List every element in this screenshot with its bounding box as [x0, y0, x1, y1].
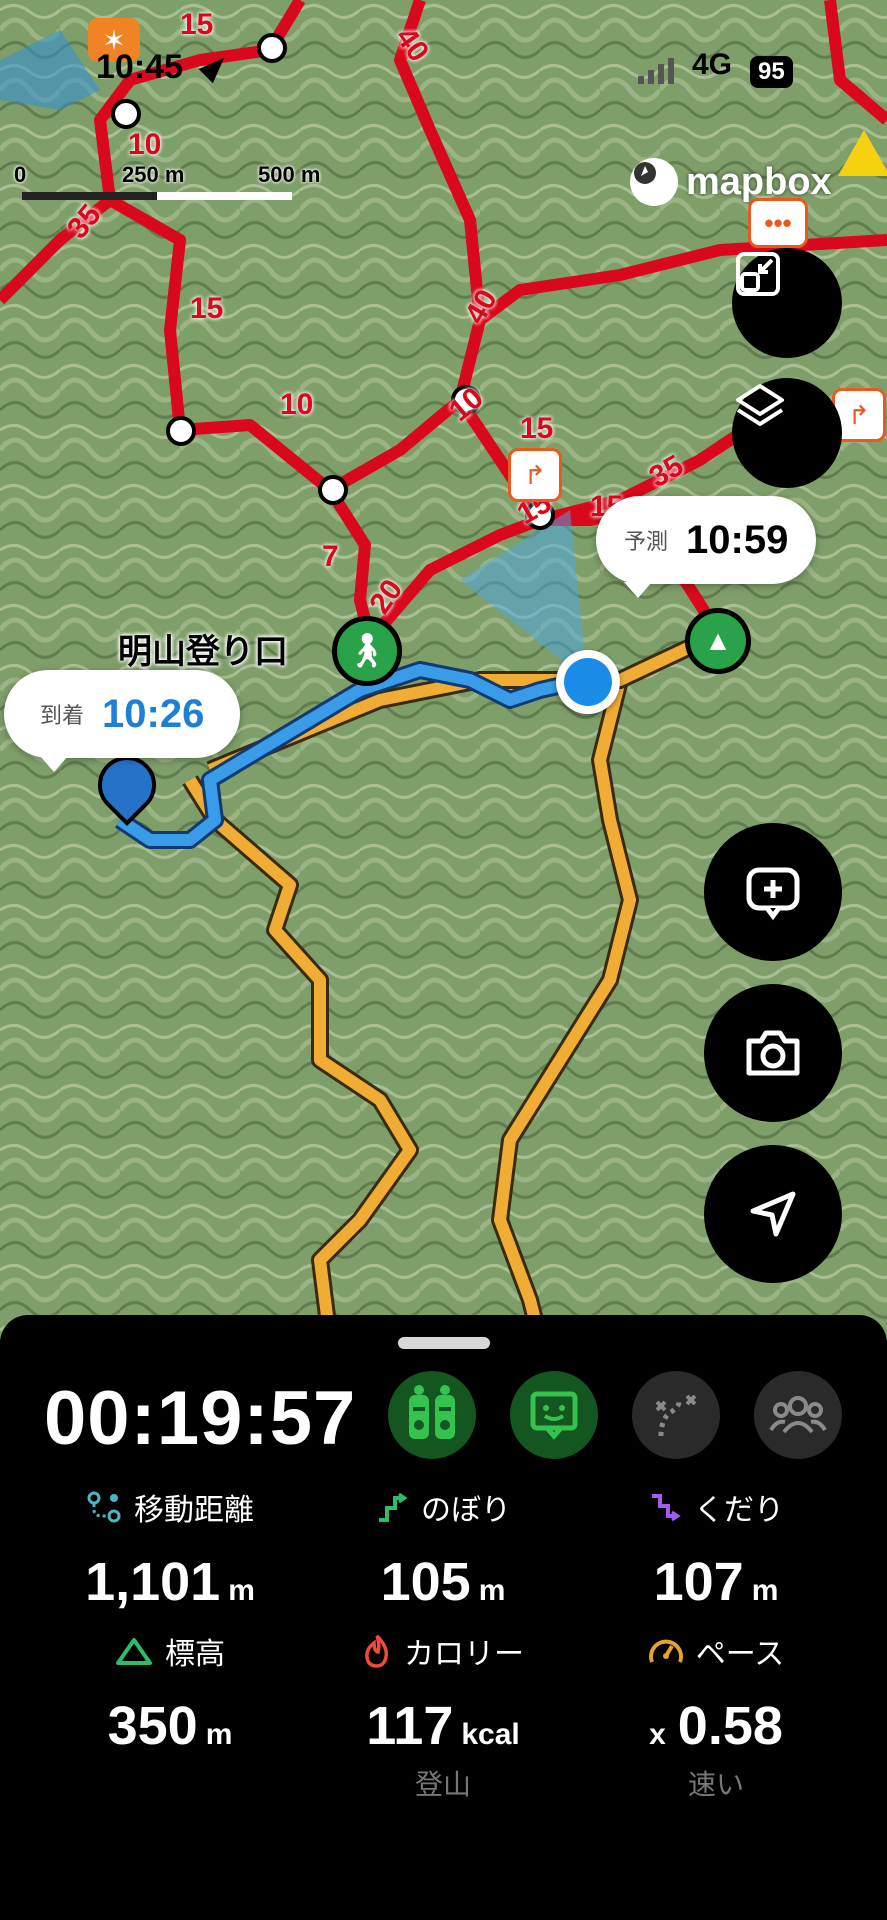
- descent-unit: m: [751, 1574, 779, 1607]
- descent-label: くだり: [694, 1494, 784, 1527]
- fit-route-button[interactable]: [732, 248, 842, 358]
- locate-me-button[interactable]: [704, 1145, 842, 1283]
- map-view[interactable]: 15 40 10 35 15 10 40 10 15 15 7 20 15 35…: [0, 0, 887, 1340]
- flame-icon: [365, 1634, 389, 1668]
- stat-distance: 移動距離 1,101 m: [40, 1485, 300, 1613]
- stat-descent: くだり 107 m: [586, 1485, 846, 1613]
- stat-elevation: 標高 350 m: [40, 1629, 300, 1757]
- camera-icon: [746, 1030, 800, 1076]
- elapsed-timer: 00:19:57: [44, 1376, 357, 1461]
- group-icon: [769, 1396, 827, 1434]
- distance-value: 1,101: [85, 1552, 221, 1612]
- arrival-time-callout[interactable]: 到着 10:26: [4, 670, 241, 772]
- route-icon: [655, 1394, 697, 1437]
- current-location-dot: [556, 650, 620, 714]
- arrival-label: 到着: [40, 703, 85, 728]
- mountain-icon: [116, 1638, 152, 1665]
- mapbox-label: mapbox: [686, 160, 832, 203]
- route-time-label: 10: [280, 388, 314, 421]
- arrival-time: 10:26: [102, 691, 205, 736]
- distance-label: 移動距離: [134, 1494, 254, 1527]
- ascent-label: のぼり: [421, 1494, 511, 1527]
- status-time: 10:45: [96, 48, 183, 86]
- forecast-time-callout[interactable]: 予測 10:59: [596, 496, 817, 598]
- pace-prefix: x: [649, 1718, 666, 1751]
- add-comment-button[interactable]: [704, 823, 842, 961]
- speedometer-icon: [648, 1639, 683, 1663]
- stat-ascent: のぼり 105 m: [313, 1485, 573, 1613]
- hikers-icon: [409, 1385, 455, 1439]
- ascent-value: 105: [380, 1552, 471, 1612]
- scale-mid: 250 m: [122, 162, 185, 187]
- panel-drag-handle[interactable]: [398, 1337, 490, 1349]
- pace-assessment: 速い: [687, 1769, 744, 1800]
- hikers-button[interactable]: [388, 1371, 476, 1459]
- elevation-unit: m: [205, 1718, 233, 1751]
- elevation-value: 350: [107, 1696, 198, 1756]
- descent-value: 107: [653, 1552, 744, 1612]
- route-button[interactable]: [632, 1371, 720, 1459]
- mapbox-attribution[interactable]: mapbox: [630, 158, 832, 206]
- ascent-icon: [379, 1492, 408, 1522]
- calories-label: カロリー: [404, 1638, 524, 1671]
- layers-button[interactable]: [732, 378, 842, 488]
- scale-end: 500 m: [258, 162, 321, 187]
- pace-value: 0.58: [677, 1696, 783, 1756]
- calories-unit: kcal: [461, 1718, 520, 1751]
- stat-calories: カロリー 117 kcal: [313, 1629, 573, 1757]
- forecast-time: 10:59: [686, 517, 789, 562]
- stat-pace: ペース x 0.58: [586, 1629, 846, 1757]
- summit-icon[interactable]: ▲: [685, 608, 751, 674]
- route-time-label: 10: [128, 128, 162, 161]
- route-time-label: 15: [190, 292, 224, 325]
- route-time-label: 7: [322, 540, 339, 573]
- battery-indicator: 95: [750, 56, 793, 88]
- trail-junction-poi-icon[interactable]: ↱: [508, 448, 562, 502]
- message-button[interactable]: [510, 1371, 598, 1459]
- scale-zero: 0: [14, 162, 27, 187]
- forecast-label: 予測: [624, 529, 669, 554]
- trailhead-hiker-icon[interactable]: 🚶︎: [332, 616, 402, 686]
- layers-icon: [736, 384, 784, 426]
- ascent-unit: m: [478, 1574, 506, 1607]
- camera-button[interactable]: [704, 984, 842, 1122]
- elevation-label: 標高: [165, 1638, 225, 1671]
- mapbox-logo-icon: [630, 158, 678, 206]
- place-label: 明山登り口: [118, 633, 288, 671]
- fit-icon: [736, 252, 780, 296]
- add-comment-icon: [746, 867, 800, 921]
- warning-poi-icon[interactable]: [838, 130, 887, 176]
- location-arrow-icon: [750, 1191, 796, 1237]
- route-time-label: 15: [180, 8, 214, 41]
- route-time-label: 15: [520, 412, 554, 445]
- message-icon: [530, 1391, 578, 1440]
- distance-unit: m: [228, 1574, 255, 1607]
- signal-icon: [638, 58, 674, 84]
- distance-icon: [87, 1491, 121, 1523]
- calories-activity-type: 登山: [414, 1769, 471, 1800]
- descent-icon: [652, 1494, 681, 1522]
- pace-label: ペース: [695, 1638, 785, 1671]
- activity-panel[interactable]: 00:19:57 移動距離 1,101 m のぼり 105 m くだり 107 m 標…: [0, 1315, 887, 1920]
- calories-value: 117: [366, 1696, 454, 1756]
- group-button[interactable]: [754, 1371, 842, 1459]
- network-type: 4G: [692, 48, 733, 81]
